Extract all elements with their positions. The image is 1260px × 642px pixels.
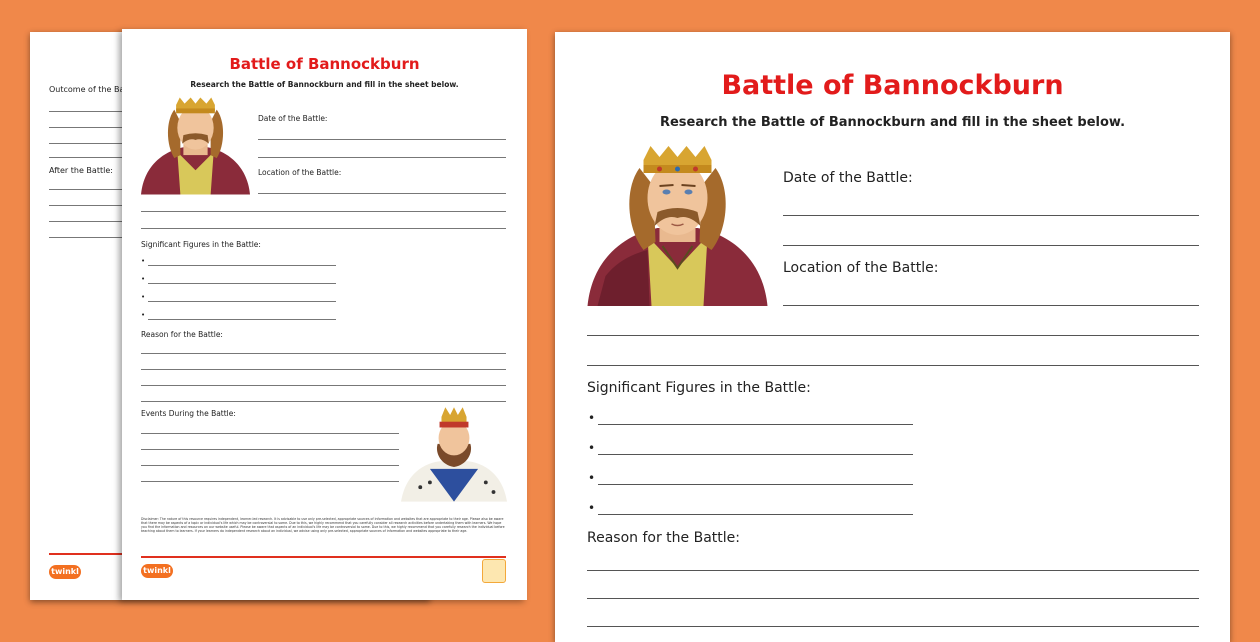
- page-title: Battle of Bannockburn: [229, 55, 420, 73]
- worksheet-page-main: Battle of Bannockburn Research the Battl…: [555, 32, 1230, 642]
- location-answer-line[interactable]: [587, 335, 1199, 336]
- king-robert-portrait: [587, 146, 768, 306]
- figures-label: Significant Figures in the Battle:: [141, 240, 261, 249]
- reason-answer-line[interactable]: [141, 385, 506, 386]
- king-robert-portrait: [141, 97, 250, 195]
- location-label: Location of the Battle:: [783, 260, 939, 276]
- sticker-badge: [482, 559, 506, 583]
- figure-answer-line[interactable]: [598, 454, 913, 455]
- date-label: Date of the Battle:: [258, 114, 328, 123]
- events-answer-line[interactable]: [141, 465, 399, 466]
- king-edward-portrait: [401, 407, 507, 502]
- instructions-text: Research the Battle of Bannockburn and f…: [190, 80, 459, 89]
- figure-answer-line[interactable]: [598, 484, 913, 485]
- location-answer-line[interactable]: [587, 365, 1199, 366]
- figure-answer-line[interactable]: [148, 301, 336, 302]
- reason-answer-line[interactable]: [587, 598, 1199, 599]
- figure-answer-line[interactable]: [598, 514, 913, 515]
- reason-answer-line[interactable]: [587, 626, 1199, 627]
- reason-answer-line[interactable]: [141, 369, 506, 370]
- figure-answer-line[interactable]: [148, 265, 336, 266]
- worksheet-page-preview: Battle of Bannockburn Research the Battl…: [122, 29, 527, 600]
- location-label: Location of the Battle:: [258, 168, 342, 177]
- disclaimer-text: Disclaimer: The nature of this resource …: [141, 517, 505, 533]
- reason-answer-line[interactable]: [141, 353, 506, 354]
- location-answer-line[interactable]: [141, 211, 506, 212]
- location-answer-line[interactable]: [141, 228, 506, 229]
- date-answer-line[interactable]: [258, 139, 506, 140]
- reason-answer-line[interactable]: [587, 570, 1199, 571]
- reason-answer-line[interactable]: [141, 401, 506, 402]
- figure-answer-line[interactable]: [148, 319, 336, 320]
- events-answer-line[interactable]: [141, 433, 399, 434]
- reason-label: Reason for the Battle:: [141, 330, 223, 339]
- date-answer-line[interactable]: [783, 245, 1199, 246]
- figure-answer-line[interactable]: [598, 424, 913, 425]
- date-answer-line[interactable]: [258, 157, 506, 158]
- location-answer-line[interactable]: [258, 193, 506, 194]
- location-answer-line[interactable]: [783, 305, 1199, 306]
- events-answer-line[interactable]: [141, 449, 399, 450]
- figure-answer-line[interactable]: [148, 283, 336, 284]
- events-answer-line[interactable]: [141, 481, 399, 482]
- date-label: Date of the Battle:: [783, 170, 913, 186]
- brand-logo: twinkl: [141, 564, 173, 578]
- after-label: After the Battle:: [49, 166, 113, 175]
- brand-logo: twinkl: [49, 565, 81, 579]
- events-label: Events During the Battle:: [141, 409, 236, 418]
- instructions-text: Research the Battle of Bannockburn and f…: [659, 115, 1126, 130]
- reason-label: Reason for the Battle:: [587, 530, 740, 546]
- figures-label: Significant Figures in the Battle:: [587, 380, 811, 396]
- date-answer-line[interactable]: [783, 215, 1199, 216]
- page-title: Battle of Bannockburn: [721, 70, 1064, 101]
